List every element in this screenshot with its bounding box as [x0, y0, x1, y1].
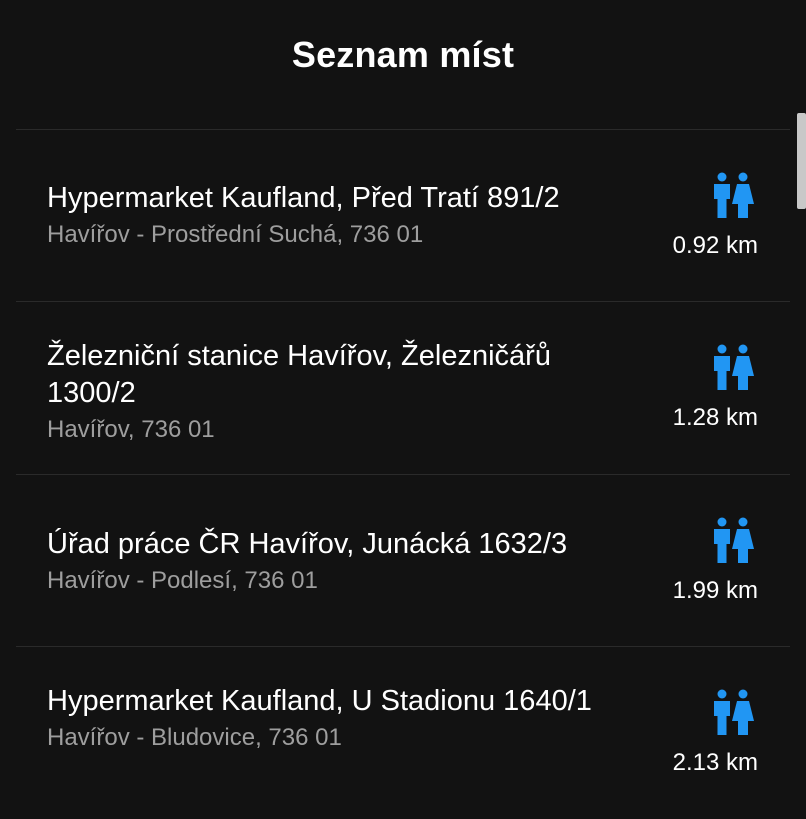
- place-title: Úřad práce ČR Havířov, Junácká 1632/3: [47, 528, 568, 560]
- list-item-meta: 0.92 km: [638, 172, 758, 261]
- toilet-icon: [714, 344, 754, 390]
- place-title: Hypermarket Kaufland, Před Tratí 891/2: [47, 182, 560, 214]
- list-item[interactable]: Železniční stanice Havířov, Železničářů …: [0, 302, 790, 474]
- place-address: Havířov - Podlesí, 736 01: [47, 567, 318, 594]
- list-item[interactable]: Hypermarket Kaufland, Před Tratí 891/2 H…: [0, 130, 790, 302]
- list-item-text: Hypermarket Kaufland, Před Tratí 891/2 H…: [47, 180, 607, 250]
- list-item[interactable]: Hypermarket Kaufland, U Stadionu 1640/1 …: [0, 647, 790, 819]
- page-title: Seznam míst: [291, 34, 515, 75]
- list-item-text: Úřad práce ČR Havířov, Junácká 1632/3 Ha…: [47, 526, 607, 596]
- list-item-meta: 1.28 km: [638, 344, 758, 433]
- place-address: Havířov, 736 01: [47, 416, 215, 443]
- list-item-text: Železniční stanice Havířov, Železničářů …: [47, 338, 607, 445]
- toilet-icon: [714, 517, 754, 563]
- place-address: Havířov - Bludovice, 736 01: [47, 724, 342, 751]
- place-title: Železniční stanice Havířov, Železničářů …: [47, 340, 551, 409]
- distance-label: 2.13 km: [672, 749, 758, 776]
- toilet-icon: [714, 689, 754, 735]
- toilet-icon: [714, 172, 754, 218]
- distance-label: 0.92 km: [672, 232, 758, 259]
- app-header: Seznam míst: [0, 0, 806, 112]
- list-item-text: Hypermarket Kaufland, U Stadionu 1640/1 …: [47, 683, 607, 753]
- scrollbar[interactable]: [797, 113, 806, 209]
- list-item-meta: 2.13 km: [638, 689, 758, 778]
- distance-label: 1.99 km: [672, 577, 758, 604]
- list-item[interactable]: Úřad práce ČR Havířov, Junácká 1632/3 Ha…: [0, 475, 790, 647]
- distance-label: 1.28 km: [672, 404, 758, 431]
- place-address: Havířov - Prostřední Suchá, 736 01: [47, 221, 424, 248]
- place-title: Hypermarket Kaufland, U Stadionu 1640/1: [47, 685, 592, 717]
- list-item-meta: 1.99 km: [638, 517, 758, 606]
